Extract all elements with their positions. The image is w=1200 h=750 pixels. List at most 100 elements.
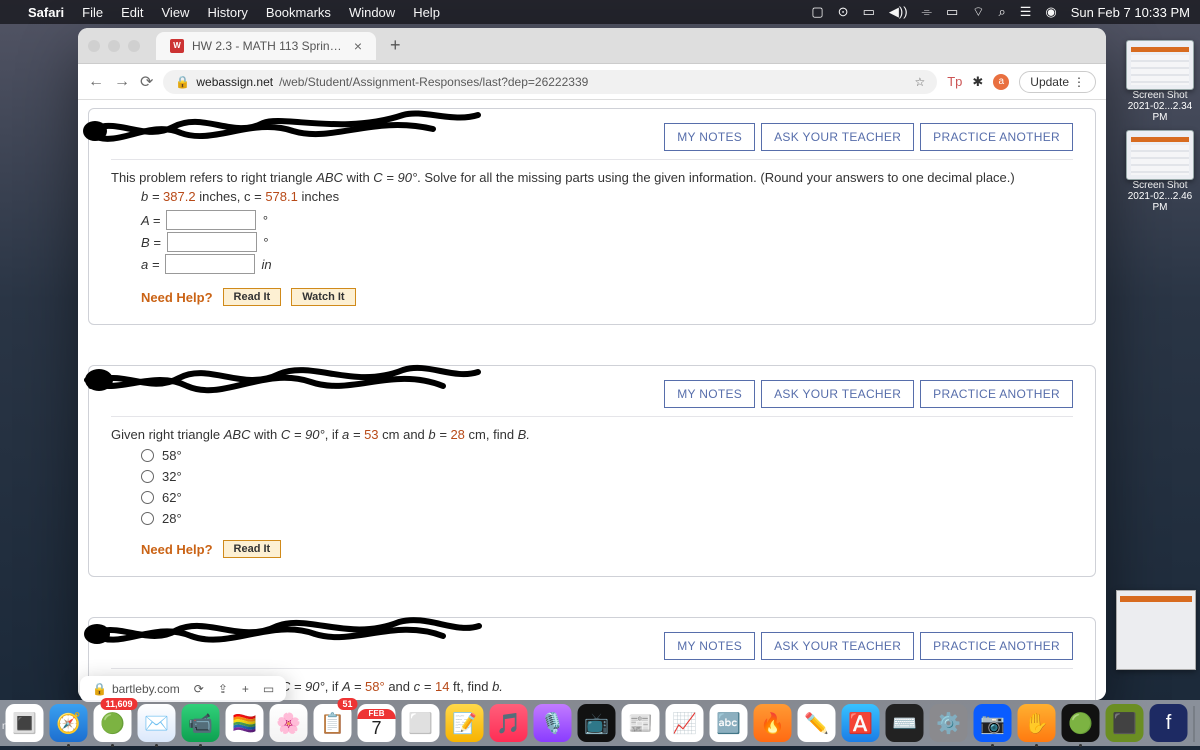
macos-dock: 🙂 🔳 🧭 🟢11,609 ✉️ 📹 🏳️‍🌈 🌸 📋51 FEB 7 ⬜ 📝 …: [0, 700, 1200, 746]
address-bar[interactable]: 🔒 webassign.net/web/Student/Assignment-R…: [163, 70, 937, 94]
q2-option-0[interactable]: 58°: [141, 448, 1073, 463]
share-icon[interactable]: ⇪: [218, 682, 228, 696]
ask-teacher-button[interactable]: ASK YOUR TEACHER: [761, 123, 914, 151]
pride-dock-icon[interactable]: 🏳️‍🌈: [226, 704, 264, 742]
spotify-dock-icon[interactable]: 🟢: [1062, 704, 1100, 742]
bookmark-star-icon[interactable]: ☆: [914, 75, 925, 89]
tabs-icon[interactable]: ▭: [263, 682, 274, 696]
forward-button[interactable]: →: [114, 73, 130, 91]
menu-bookmarks[interactable]: Bookmarks: [266, 5, 331, 20]
menu-edit[interactable]: Edit: [121, 5, 143, 20]
desktop-screenshot-thumb-1[interactable]: Screen Shot 2021-02...2.34 PM: [1126, 40, 1194, 123]
tab-close-icon[interactable]: ×: [354, 38, 362, 54]
practice-another-button[interactable]: PRACTICE ANOTHER: [920, 632, 1073, 660]
browser-toolbar: ← → ⟳ 🔒 webassign.net/web/Student/Assign…: [78, 64, 1106, 100]
siri-menu-icon[interactable]: ◉: [1045, 4, 1056, 20]
practice-another-button[interactable]: PRACTICE ANOTHER: [920, 123, 1073, 151]
app-dock-icon[interactable]: ⬜: [402, 704, 440, 742]
wifi-menu-icon[interactable]: ⌔: [972, 4, 984, 20]
q1-input-a[interactable]: [165, 254, 255, 274]
translate-dock-icon[interactable]: 🔤: [710, 704, 748, 742]
tp-extension-icon[interactable]: Tp: [947, 74, 962, 89]
menu-window[interactable]: Window: [349, 5, 395, 20]
thumb-1-label: Screen Shot 2021-02...2.34 PM: [1126, 90, 1194, 123]
volume-menu-icon[interactable]: ◀)): [889, 4, 908, 20]
menu-file[interactable]: File: [82, 5, 103, 20]
zoom-dock-icon[interactable]: 📷: [974, 704, 1012, 742]
update-button[interactable]: Update⋮: [1019, 71, 1096, 93]
settings-dock-icon[interactable]: ⚙️: [930, 704, 968, 742]
back-button[interactable]: ←: [88, 73, 104, 91]
safari-window: W HW 2.3 - MATH 113 Spring 202 × + ← → ⟳…: [78, 28, 1106, 700]
music-dock-icon[interactable]: 🎵: [490, 704, 528, 742]
control-center-menu-icon[interactable]: ☰: [1020, 4, 1032, 20]
chrome-dock-icon[interactable]: 🟢11,609: [94, 704, 132, 742]
news-dock-icon[interactable]: 📰: [622, 704, 660, 742]
q1-input-A[interactable]: [166, 210, 256, 230]
practice-another-button[interactable]: PRACTICE ANOTHER: [920, 380, 1073, 408]
recent-screenshot-preview[interactable]: [1116, 590, 1196, 670]
float-domain: bartleby.com: [112, 682, 180, 696]
new-tab-button[interactable]: +: [382, 35, 409, 56]
traffic-lights[interactable]: [88, 40, 140, 52]
terminal-dock-icon[interactable]: ⌨️: [886, 704, 924, 742]
q1-given: b = 387.2 inches, c = 578.1 inches: [141, 189, 1073, 204]
orange-dock-icon[interactable]: ✋: [1018, 704, 1056, 742]
launchpad-dock-icon[interactable]: 🔳: [6, 704, 44, 742]
thumb-2-label: Screen Shot 2021-02...2.46 PM: [1126, 180, 1194, 213]
radio-icon: [141, 470, 154, 483]
menu-app[interactable]: Safari: [28, 5, 64, 20]
mail-dock-icon[interactable]: ✉️: [138, 704, 176, 742]
my-notes-button[interactable]: MY NOTES: [664, 123, 755, 151]
q2-option-2[interactable]: 62°: [141, 490, 1073, 505]
notes-dock-icon[interactable]: 📝: [446, 704, 484, 742]
menu-history[interactable]: History: [207, 5, 247, 20]
reload-button[interactable]: ⟳: [140, 72, 153, 92]
bluetooth-menu-icon[interactable]: ⌯: [922, 4, 932, 20]
airplay-menu-icon[interactable]: ⊙: [838, 4, 849, 20]
my-notes-button[interactable]: MY NOTES: [664, 632, 755, 660]
read-it-button[interactable]: Read It: [223, 288, 282, 306]
podcasts-dock-icon[interactable]: 🎙️: [534, 704, 572, 742]
tab-title: HW 2.3 - MATH 113 Spring 202: [192, 39, 346, 53]
photos-dock-icon[interactable]: 🌸: [270, 704, 308, 742]
notes2-dock-icon[interactable]: ✏️: [798, 704, 836, 742]
browser-tab[interactable]: W HW 2.3 - MATH 113 Spring 202 ×: [156, 32, 376, 60]
my-notes-button[interactable]: MY NOTES: [664, 380, 755, 408]
reload-icon[interactable]: ⟳: [194, 682, 204, 696]
read-it-button[interactable]: Read It: [223, 540, 282, 558]
q1-input-a-row: a = in: [141, 254, 1073, 274]
menu-help[interactable]: Help: [413, 5, 440, 20]
add-icon[interactable]: +: [242, 682, 249, 696]
profile-avatar[interactable]: a: [993, 74, 1009, 90]
spotlight-menu-icon[interactable]: ⌕: [998, 4, 1005, 20]
q1-input-B-row: B = °: [141, 232, 1073, 252]
safari-dock-icon[interactable]: 🧭: [50, 704, 88, 742]
ask-teacher-button[interactable]: ASK YOUR TEACHER: [761, 380, 914, 408]
flame-dock-icon[interactable]: 🔥: [754, 704, 792, 742]
appstore-dock-icon[interactable]: 🅰️: [842, 704, 880, 742]
url-path: /web/Student/Assignment-Responses/last?d…: [279, 75, 588, 89]
facebook-dock-icon[interactable]: f: [1150, 704, 1188, 742]
q2-option-3[interactable]: 28°: [141, 511, 1073, 526]
appletv-dock-icon[interactable]: 📺: [578, 704, 616, 742]
facetime-menu-icon[interactable]: ▢: [811, 4, 823, 20]
need-help-row: Need Help? Read It: [141, 540, 1073, 558]
reminders-dock-icon[interactable]: 📋51: [314, 704, 352, 742]
battery-menu-icon[interactable]: ▭: [863, 4, 875, 20]
q1-input-B[interactable]: [167, 232, 257, 252]
stocks-dock-icon[interactable]: 📈: [666, 704, 704, 742]
display-menu-icon[interactable]: ▭: [946, 4, 958, 20]
facetime-dock-icon[interactable]: 📹: [182, 704, 220, 742]
ask-teacher-button[interactable]: ASK YOUR TEACHER: [761, 632, 914, 660]
menu-view[interactable]: View: [162, 5, 190, 20]
menubar-clock[interactable]: Sun Feb 7 10:33 PM: [1071, 5, 1190, 20]
chrome-badge: 11,609: [100, 698, 137, 710]
q2-option-1[interactable]: 32°: [141, 469, 1073, 484]
q2-prompt: Given right triangle ABC with C = 90°, i…: [111, 427, 1073, 442]
extensions-icon[interactable]: ✱: [972, 74, 983, 90]
desktop-screenshot-thumb-2[interactable]: Screen Shot 2021-02...2.46 PM: [1126, 130, 1194, 213]
calendar-dock-icon[interactable]: FEB 7: [358, 704, 396, 742]
watch-it-button[interactable]: Watch It: [291, 288, 355, 306]
minecraft-dock-icon[interactable]: ⬛: [1106, 704, 1144, 742]
